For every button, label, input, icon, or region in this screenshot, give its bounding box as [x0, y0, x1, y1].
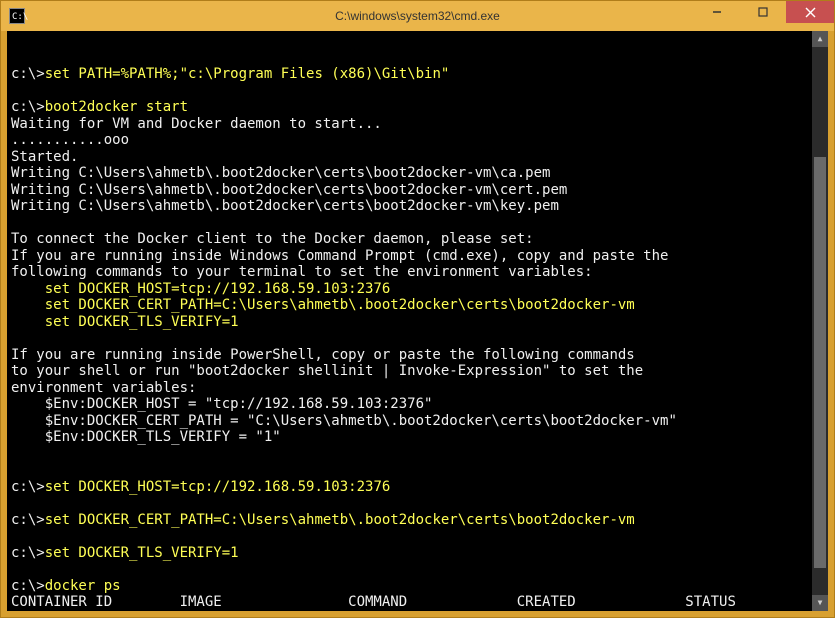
terminal-line: c:\>set DOCKER_TLS_VERIFY=1: [11, 545, 824, 562]
scroll-thumb[interactable]: [814, 157, 826, 568]
terminal-line: [11, 561, 824, 578]
maximize-icon: [758, 7, 768, 17]
terminal[interactable]: c:\>set PATH=%PATH%;"c:\Program Files (x…: [7, 31, 828, 611]
terminal-line: CONTAINER ID IMAGE COMMAND CREATED STATU…: [11, 594, 824, 611]
close-icon: [805, 7, 816, 18]
terminal-line: Waiting for VM and Docker daemon to star…: [11, 116, 824, 133]
terminal-line: environment variables:: [11, 380, 824, 397]
terminal-line: c:\>docker ps: [11, 578, 824, 595]
output-line: PORTS NAMES: [11, 611, 222, 612]
prompt: c:\>: [11, 479, 45, 495]
terminal-line: Writing C:\Users\ahmetb\.boot2docker\cer…: [11, 165, 824, 182]
command-text: boot2docker start: [45, 99, 188, 115]
env-line: set DOCKER_TLS_VERIFY=1: [11, 314, 239, 330]
prompt: c:\>: [11, 512, 45, 528]
terminal-output: c:\>set PATH=%PATH%;"c:\Program Files (x…: [11, 66, 824, 611]
terminal-line: $Env:DOCKER_CERT_PATH = "C:\Users\ahmetb…: [11, 413, 824, 430]
terminal-line: Writing C:\Users\ahmetb\.boot2docker\cer…: [11, 198, 824, 215]
output-line: following commands to your terminal to s…: [11, 264, 593, 280]
terminal-line: [11, 215, 824, 232]
close-button[interactable]: [786, 1, 834, 23]
title-bar[interactable]: C:\ C:\windows\system32\cmd.exe: [1, 1, 834, 31]
prompt: c:\>: [11, 99, 45, 115]
output-line: Writing C:\Users\ahmetb\.boot2docker\cer…: [11, 165, 550, 181]
scroll-up-button[interactable]: ▲: [812, 31, 828, 47]
terminal-line: c:\>set DOCKER_CERT_PATH=C:\Users\ahmetb…: [11, 512, 824, 529]
terminal-line: If you are running inside Windows Comman…: [11, 248, 824, 265]
terminal-line: To connect the Docker client to the Dock…: [11, 231, 824, 248]
terminal-line: to your shell or run "boot2docker shelli…: [11, 363, 824, 380]
maximize-button[interactable]: [740, 1, 786, 23]
terminal-line: c:\>boot2docker start: [11, 99, 824, 116]
terminal-line: $Env:DOCKER_HOST = "tcp://192.168.59.103…: [11, 396, 824, 413]
output-line: environment variables:: [11, 380, 196, 396]
terminal-line: If you are running inside PowerShell, co…: [11, 347, 824, 364]
prompt: c:\>: [11, 578, 45, 594]
output-line: $Env:DOCKER_HOST = "tcp://192.168.59.103…: [11, 396, 432, 412]
output-line: Writing C:\Users\ahmetb\.boot2docker\cer…: [11, 182, 567, 198]
terminal-line: c:\>set DOCKER_HOST=tcp://192.168.59.103…: [11, 479, 824, 496]
command-text: set DOCKER_HOST=tcp://192.168.59.103:237…: [45, 479, 391, 495]
terminal-line: $Env:DOCKER_TLS_VERIFY = "1": [11, 429, 824, 446]
terminal-line: [11, 462, 824, 479]
terminal-line: set DOCKER_HOST=tcp://192.168.59.103:237…: [11, 281, 824, 298]
output-line: ...........ooo: [11, 132, 129, 148]
output-line: Waiting for VM and Docker daemon to star…: [11, 116, 382, 132]
terminal-line: [11, 528, 824, 545]
output-line: $Env:DOCKER_CERT_PATH = "C:\Users\ahmetb…: [11, 413, 677, 429]
terminal-line: [11, 330, 824, 347]
terminal-line: following commands to your terminal to s…: [11, 264, 824, 281]
terminal-line: set DOCKER_TLS_VERIFY=1: [11, 314, 824, 331]
cmd-window: C:\ C:\windows\system32\cmd.exe c:\>set …: [0, 0, 835, 618]
terminal-line: set DOCKER_CERT_PATH=C:\Users\ahmetb\.bo…: [11, 297, 824, 314]
terminal-line: [11, 446, 824, 463]
command-text: docker ps: [45, 578, 121, 594]
prompt: c:\>: [11, 545, 45, 561]
window-buttons: [694, 1, 834, 31]
output-line: CONTAINER ID IMAGE COMMAND CREATED STATU…: [11, 594, 736, 610]
output-line: If you are running inside Windows Comman…: [11, 248, 668, 264]
terminal-line: ...........ooo: [11, 132, 824, 149]
scroll-down-button[interactable]: ▼: [812, 595, 828, 611]
env-line: set DOCKER_CERT_PATH=C:\Users\ahmetb\.bo…: [11, 297, 635, 313]
minimize-icon: [712, 7, 722, 17]
app-icon: C:\: [9, 8, 25, 24]
prompt: c:\>: [11, 66, 45, 82]
scrollbar[interactable]: ▲ ▼: [812, 31, 828, 611]
output-line: Started.: [11, 149, 78, 165]
terminal-line: [11, 83, 824, 100]
terminal-line: PORTS NAMES: [11, 611, 824, 612]
terminal-line: Writing C:\Users\ahmetb\.boot2docker\cer…: [11, 182, 824, 199]
env-line: set DOCKER_HOST=tcp://192.168.59.103:237…: [11, 281, 390, 297]
terminal-line: c:\>set PATH=%PATH%;"c:\Program Files (x…: [11, 66, 824, 83]
command-text: set DOCKER_TLS_VERIFY=1: [45, 545, 239, 561]
terminal-line: [11, 495, 824, 512]
minimize-button[interactable]: [694, 1, 740, 23]
output-line: to your shell or run "boot2docker shelli…: [11, 363, 643, 379]
command-text: set PATH=%PATH%;"c:\Program Files (x86)\…: [45, 66, 450, 82]
output-line: Writing C:\Users\ahmetb\.boot2docker\cer…: [11, 198, 559, 214]
scroll-track[interactable]: [812, 47, 828, 595]
output-line: To connect the Docker client to the Dock…: [11, 231, 534, 247]
output-line: If you are running inside PowerShell, co…: [11, 347, 635, 363]
output-line: $Env:DOCKER_TLS_VERIFY = "1": [11, 429, 281, 445]
command-text: set DOCKER_CERT_PATH=C:\Users\ahmetb\.bo…: [45, 512, 635, 528]
terminal-line: Started.: [11, 149, 824, 166]
